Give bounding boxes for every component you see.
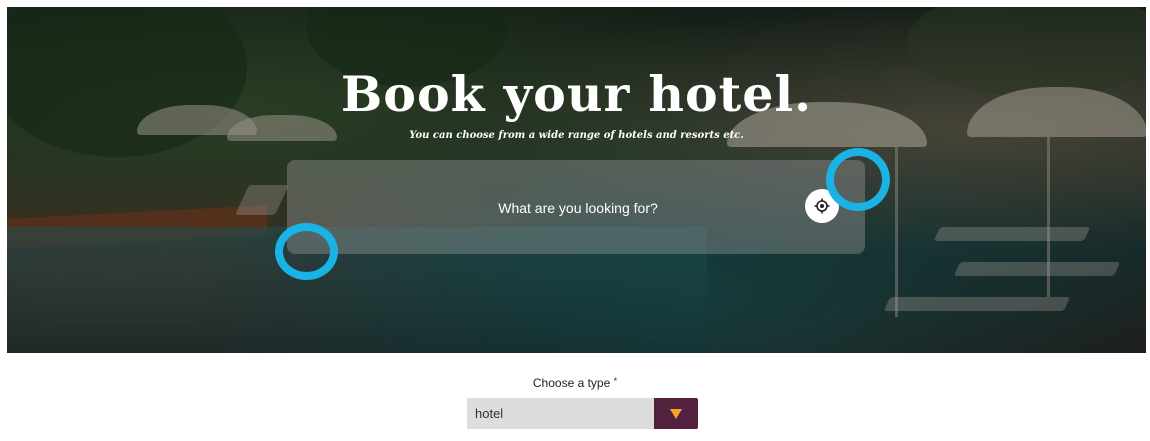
type-label-text: Choose a type <box>532 376 611 390</box>
search-input[interactable] <box>287 160 869 256</box>
page-title: Book your hotel. <box>340 65 813 123</box>
required-mark: * <box>613 376 618 386</box>
page-subtitle: You can choose from a wide range of hote… <box>409 130 744 141</box>
crosshair-icon <box>814 198 830 214</box>
type-label: Choose a type * <box>0 376 1150 390</box>
search-box <box>287 160 869 256</box>
type-select[interactable]: hotel <box>467 398 698 429</box>
highlight-ring <box>275 223 338 280</box>
type-select-value[interactable]: hotel <box>467 398 654 429</box>
chevron-down-icon <box>670 408 682 419</box>
type-select-toggle[interactable] <box>654 398 698 429</box>
highlight-ring <box>826 148 890 211</box>
